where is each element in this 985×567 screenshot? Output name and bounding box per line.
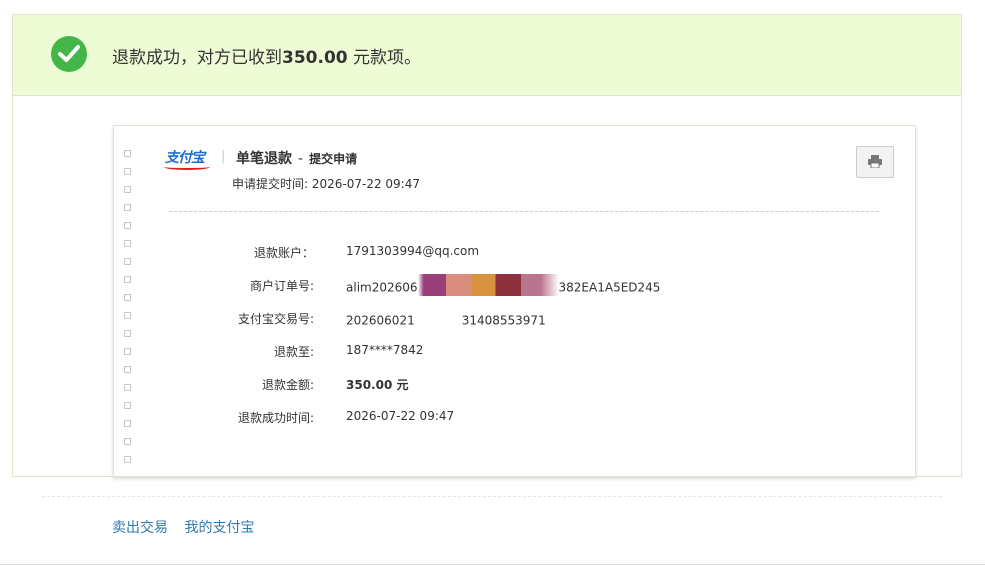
my-alipay-link[interactable]: 我的支付宝 — [184, 520, 254, 536]
title-dash: - — [298, 151, 304, 167]
detail-label: 退款金额: — [261, 378, 314, 392]
detail-label: 退款成功时间: — [237, 411, 314, 425]
detail-row-merchant-order: 商户订单号: alim202606 382EA1A5ED245 — [114, 274, 914, 299]
header-divider — [169, 211, 879, 212]
alipay-logo-swoosh — [164, 164, 210, 170]
sold-trades-link[interactable]: 卖出交易 — [112, 520, 168, 536]
detail-label: 商户订单号: — [249, 279, 314, 293]
success-banner: 退款成功，对方已收到350.00 元款项。 — [13, 15, 961, 96]
trade-no-suffix: 31408553971 — [461, 313, 546, 328]
footer-divider — [42, 496, 942, 497]
detail-row-trade-no: 支付宝交易号: 202606021 31408553971 — [114, 307, 914, 332]
redacted-blank — [414, 307, 462, 329]
detail-value: 2026-07-22 09:47 — [346, 409, 455, 423]
printer-icon — [868, 155, 882, 168]
detail-value: alim202606 382EA1A5ED245 — [346, 274, 661, 299]
success-message-suffix: 元款项。 — [347, 48, 422, 68]
print-button[interactable] — [856, 146, 894, 178]
success-message: 退款成功，对方已收到350.00 元款项。 — [112, 43, 421, 68]
detail-label: 退款账户： — [253, 246, 314, 260]
footer-links: 卖出交易 我的支付宝 — [112, 517, 266, 537]
result-panel: 退款成功，对方已收到350.00 元款项。 支付宝 | 单笔退款 - 提交申请 申请… — [12, 14, 962, 477]
detail-row-success-time: 退款成功时间: 2026-07-22 09:47 — [114, 409, 914, 429]
trade-no-prefix: 202606021 — [346, 313, 415, 328]
success-message-prefix: 退款成功，对方已收到 — [112, 48, 282, 68]
detail-row-amount: 退款金额: 350.00 元 — [114, 376, 914, 396]
redacted-mosaic — [417, 274, 559, 296]
bottom-border — [0, 564, 985, 565]
detail-row-refund-to: 退款至: 187****7842 — [114, 343, 914, 363]
detail-value: 202606021 31408553971 — [346, 307, 546, 332]
detail-row-account: 退款账户： 1791303994@qq.com — [114, 244, 914, 264]
receipt-title-sub: 提交申请 — [309, 152, 358, 166]
order-no-prefix: alim202606 — [346, 280, 418, 295]
detail-value: 350.00 元 — [346, 378, 409, 392]
receipt-title-main: 单笔退款 — [236, 151, 292, 167]
receipt-title: 单笔退款 - 提交申请 — [236, 148, 357, 168]
check-circle-icon — [51, 36, 87, 72]
title-separator: | — [221, 149, 226, 164]
detail-value: 187****7842 — [346, 343, 424, 357]
apply-time: 申请提交时间: 2026-07-22 09:47 — [232, 177, 420, 191]
order-no-suffix: 382EA1A5ED245 — [558, 280, 661, 295]
detail-label: 支付宝交易号: — [237, 312, 314, 326]
detail-value: 1791303994@qq.com — [346, 244, 480, 258]
refund-receipt-card: 支付宝 | 单笔退款 - 提交申请 申请提交时间: 2026-07-22 09:47… — [113, 125, 916, 477]
detail-label: 退款至: — [273, 345, 314, 359]
success-amount: 350.00 — [282, 48, 348, 68]
